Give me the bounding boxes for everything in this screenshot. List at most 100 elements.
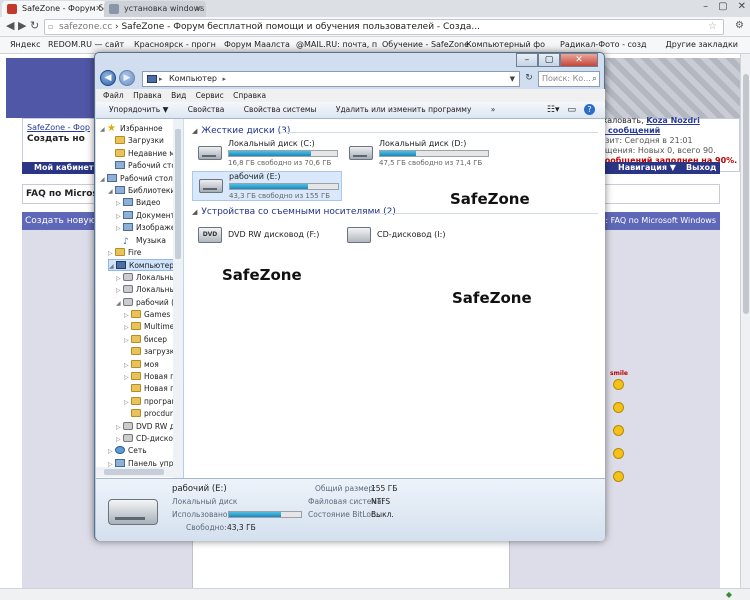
wrench-menu-icon[interactable]: ⚙: [735, 20, 744, 31]
nav-item[interactable]: Рабочий стол: [108, 160, 182, 172]
collapse-arrow-icon[interactable]: ◢: [192, 208, 197, 216]
navigation-menu[interactable]: Навигация ▼: [618, 162, 676, 174]
forward-arrow-icon[interactable]: ▶: [119, 70, 135, 86]
breadcrumb-arrow-icon[interactable]: ▸: [223, 75, 227, 83]
bookmark-item[interactable]: Радикал-Фото - созд: [560, 37, 647, 53]
smiley-icon[interactable]: [613, 425, 624, 436]
menu-tools[interactable]: Сервис: [196, 91, 224, 100]
menu-help[interactable]: Справка: [233, 91, 266, 100]
cd-drive-tile[interactable]: CD-дисковод (I:): [341, 223, 481, 249]
smiley-icon[interactable]: [613, 471, 624, 482]
help-icon[interactable]: ?: [584, 104, 595, 115]
more-commands-button[interactable]: »: [491, 105, 496, 114]
bookmark-item[interactable]: Яндекс: [10, 37, 40, 53]
nav-item[interactable]: Загрузки: [108, 135, 182, 147]
menu-file[interactable]: Файл: [103, 91, 124, 100]
nav-item[interactable]: ◢ Библиотеки: [108, 185, 182, 197]
nav-hscroll-thumb[interactable]: [104, 469, 164, 475]
expanded-arrow-icon[interactable]: ◢: [100, 174, 107, 186]
expand-arrow-icon[interactable]: ▷: [108, 248, 115, 260]
expand-arrow-icon[interactable]: ▷: [124, 322, 131, 334]
dvd-drive-tile[interactable]: DVD DVD RW дисковод (F:): [192, 223, 332, 249]
refresh-icon[interactable]: ↻: [522, 71, 536, 87]
expand-arrow-icon[interactable]: ▷: [116, 211, 123, 223]
nav-item[interactable]: ▷ Сеть: [108, 445, 182, 457]
nav-item[interactable]: ◢ ★ Избранное: [100, 123, 182, 135]
drive-d-tile[interactable]: Локальный диск (D:) 47,5 ГБ свободно из …: [343, 139, 493, 169]
bookmark-item[interactable]: @MAIL.RU: почта, п: [296, 37, 377, 53]
page-scroll-thumb[interactable]: [743, 74, 749, 314]
my-cabinet-link[interactable]: Мой кабинет: [34, 162, 93, 174]
system-properties-button[interactable]: Свойства системы: [244, 105, 317, 114]
drive-e-tile[interactable]: рабочий (E:) 43,3 ГБ свободно из 155 ГБ: [192, 171, 342, 201]
my-posts-link[interactable]: х сообщений: [600, 126, 740, 136]
tab-safezone[interactable]: SafeZone - Форум бе ✕: [2, 1, 106, 17]
view-options-icon[interactable]: ☷▾: [547, 102, 560, 118]
search-icon[interactable]: ⌕: [592, 72, 597, 86]
expanded-arrow-icon[interactable]: ◢: [108, 186, 115, 198]
reload-icon[interactable]: ↻: [30, 19, 39, 32]
nav-item[interactable]: Недавние места: [108, 148, 182, 160]
expand-arrow-icon[interactable]: ▷: [124, 335, 131, 347]
bookmark-item[interactable]: Красноярск - прогн: [134, 37, 216, 53]
expand-arrow-icon[interactable]: ▷: [116, 285, 123, 297]
back-arrow-icon[interactable]: ◀: [100, 70, 116, 86]
expand-arrow-icon[interactable]: ▷: [116, 223, 123, 235]
other-bookmarks[interactable]: Другие закладки: [666, 37, 739, 53]
properties-button[interactable]: Свойства: [188, 105, 225, 114]
expanded-arrow-icon[interactable]: ◢: [116, 298, 123, 310]
nav-item[interactable]: ◢ Компьютер: [108, 259, 182, 273]
nav-pane-scrollbar[interactable]: [173, 119, 183, 478]
search-input[interactable]: Поиск: Ко... ⌕: [538, 71, 600, 87]
close-button[interactable]: ✕: [560, 53, 598, 67]
bookmark-item[interactable]: Обучение - SafeZone: [382, 37, 469, 53]
section-label[interactable]: дел: FAQ по Microsoft Windows: [590, 212, 716, 230]
page-scrollbar[interactable]: [740, 54, 750, 594]
drive-c-tile[interactable]: Локальный диск (C:) 16,8 ГБ свободно из …: [192, 139, 342, 169]
breadcrumb-arrow-icon[interactable]: ▸: [159, 72, 163, 86]
url-bar[interactable]: ▫ safezone.cc › SafeZone - Форум бесплат…: [44, 19, 724, 35]
expand-arrow-icon[interactable]: ▷: [124, 310, 131, 322]
back-arrow-icon[interactable]: ◀: [6, 19, 14, 32]
maximize-icon[interactable]: ▢: [718, 0, 727, 15]
menu-edit[interactable]: Правка: [133, 91, 162, 100]
bookmark-star-icon[interactable]: ☆: [708, 20, 717, 34]
nav-item[interactable]: ▷ Fire: [108, 247, 182, 259]
removable-group-header[interactable]: ◢ Устройства со съемными носителями (2): [192, 207, 396, 217]
expand-arrow-icon[interactable]: ▷: [116, 273, 123, 285]
smiley-icon[interactable]: [613, 402, 624, 413]
hdd-group-header[interactable]: ◢ Жесткие диски (3): [192, 126, 290, 136]
tab-windows-install[interactable]: установка windows - ✕: [104, 1, 206, 17]
smiley-icon[interactable]: [613, 379, 624, 390]
smiley-icon[interactable]: [613, 448, 624, 459]
expanded-arrow-icon[interactable]: ◢: [109, 261, 116, 273]
minimize-button[interactable]: –: [516, 53, 538, 67]
expand-arrow-icon[interactable]: ▷: [116, 422, 123, 434]
expand-arrow-icon[interactable]: ▷: [124, 372, 131, 384]
menu-view[interactable]: Вид: [171, 91, 186, 100]
collapse-arrow-icon[interactable]: ◢: [192, 127, 197, 135]
expand-arrow-icon[interactable]: ▷: [124, 360, 131, 372]
minimize-icon[interactable]: –: [703, 0, 708, 15]
close-tab-icon[interactable]: ✕: [195, 1, 202, 16]
nav-item[interactable]: ◢ Рабочий стол: [100, 173, 182, 185]
breadcrumb-link[interactable]: SafeZone - Фор: [27, 123, 90, 132]
expand-arrow-icon[interactable]: ▷: [116, 434, 123, 446]
expand-arrow-icon[interactable]: ▷: [124, 397, 131, 409]
expand-arrow-icon[interactable]: ▷: [108, 446, 115, 458]
bookmark-item[interactable]: Компьютерный фо: [466, 37, 545, 53]
close-tab-icon[interactable]: ✕: [95, 1, 102, 16]
bookmark-item[interactable]: REDOM.RU — сайт: [48, 37, 124, 53]
logout-link[interactable]: Выход: [686, 162, 716, 174]
preview-pane-icon[interactable]: ▭: [567, 102, 576, 118]
expand-arrow-icon[interactable]: ▷: [116, 198, 123, 210]
address-bar[interactable]: ▸ Компьютер ▸ ▼: [142, 71, 520, 87]
username-link[interactable]: Koza Nozdri: [646, 116, 700, 125]
bookmark-item[interactable]: Форум Маалста: [224, 37, 290, 53]
nav-scroll-thumb[interactable]: [175, 129, 181, 259]
close-icon[interactable]: ✕: [738, 0, 746, 15]
maximize-button[interactable]: ▢: [538, 53, 560, 67]
forward-arrow-icon[interactable]: ▶: [18, 19, 26, 32]
uninstall-program-button[interactable]: Удалить или изменить программу: [336, 105, 472, 114]
chevron-down-icon[interactable]: ▼: [510, 72, 515, 86]
